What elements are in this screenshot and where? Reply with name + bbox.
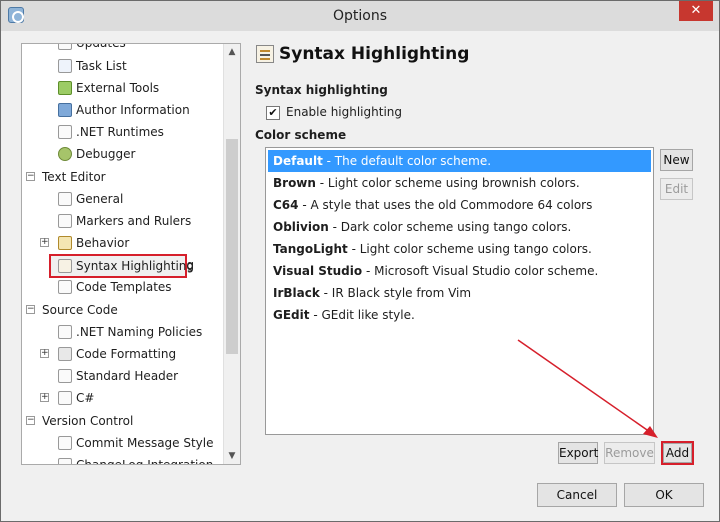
expand-icon[interactable]: + <box>40 393 49 402</box>
expand-icon[interactable]: + <box>40 238 49 247</box>
add-button[interactable]: Add <box>663 443 692 463</box>
general-icon <box>58 192 72 206</box>
scheme-row[interactable]: Brown - Light color scheme using brownis… <box>268 172 651 194</box>
window-title: Options <box>332 8 388 24</box>
ok-button[interactable]: OK <box>624 483 704 507</box>
scheme-row[interactable]: Oblivion - Dark color scheme using tango… <box>268 216 651 238</box>
page-title: Syntax Highlighting <box>279 44 470 64</box>
naming-icon <box>58 325 72 339</box>
tree-scrollbar[interactable]: ▲ ▼ <box>223 44 240 464</box>
collapse-icon[interactable]: − <box>26 172 35 181</box>
external-tools-icon <box>58 81 72 95</box>
syntax-highlighting-icon <box>256 45 274 63</box>
section-color-scheme: Color scheme <box>255 128 347 142</box>
header-icon <box>58 369 72 383</box>
commit-icon <box>58 436 72 450</box>
scheme-row[interactable]: C64 - A style that uses the old Commodor… <box>268 194 651 216</box>
csharp-icon <box>58 391 72 405</box>
scroll-down-icon[interactable]: ▼ <box>224 448 240 464</box>
close-button[interactable]: ✕ <box>679 1 713 21</box>
scrollbar-thumb[interactable] <box>226 139 238 354</box>
scheme-row[interactable]: Default - The default color scheme. <box>268 150 651 172</box>
color-scheme-list[interactable]: Default - The default color scheme. Brow… <box>265 147 654 435</box>
task-list-icon <box>58 59 72 73</box>
scheme-row[interactable]: IrBlack - IR Black style from Vim <box>268 282 651 304</box>
updates-icon <box>58 44 72 50</box>
scheme-row[interactable]: Visual Studio - Microsoft Visual Studio … <box>268 260 651 282</box>
expand-icon[interactable]: + <box>40 349 49 358</box>
enable-highlighting-label[interactable]: Enable highlighting <box>286 105 402 119</box>
author-icon <box>58 103 72 117</box>
export-button[interactable]: Export <box>558 442 598 464</box>
edit-button[interactable]: Edit <box>660 178 693 200</box>
collapse-icon[interactable]: − <box>26 416 35 425</box>
scheme-row[interactable]: TangoLight - Light color scheme using ta… <box>268 238 651 260</box>
runtimes-icon <box>58 125 72 139</box>
cancel-button[interactable]: Cancel <box>537 483 617 507</box>
collapse-icon[interactable]: − <box>26 305 35 314</box>
debugger-icon <box>58 147 72 161</box>
markers-icon <box>58 214 72 228</box>
title-bar: Options ✕ <box>1 1 719 31</box>
scheme-row[interactable]: GEdit - GEdit like style. <box>268 304 651 326</box>
behavior-icon <box>58 236 72 250</box>
templates-icon <box>58 280 72 294</box>
scroll-up-icon[interactable]: ▲ <box>224 44 240 60</box>
formatting-icon <box>58 347 72 361</box>
syntax-icon <box>58 259 72 273</box>
changelog-icon <box>58 458 72 464</box>
section-syntax-highlighting: Syntax highlighting <box>255 83 388 97</box>
remove-button[interactable]: Remove <box>604 442 655 464</box>
new-button[interactable]: New <box>660 149 693 171</box>
enable-highlighting-checkbox[interactable]: ✔ <box>266 106 280 120</box>
